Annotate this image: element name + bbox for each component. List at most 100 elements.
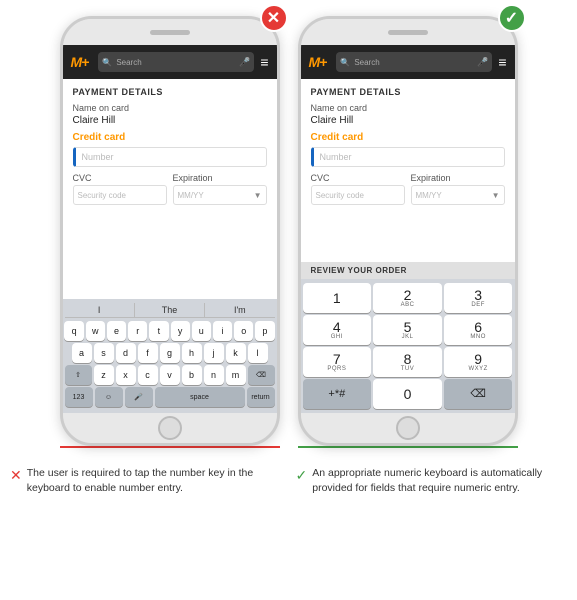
numeric-key-main: ⌫ [470, 389, 486, 400]
numeric-key-sub: JKL [402, 334, 414, 340]
phone-bottom [63, 413, 277, 443]
keyboard-key[interactable]: return [247, 387, 275, 407]
keyboard-key[interactable]: o [234, 321, 253, 341]
numeric-key-main: 6 [474, 320, 482, 334]
numeric-key[interactable]: +*# [303, 379, 372, 409]
keyboard-key[interactable]: u [192, 321, 211, 341]
keyboard-row: asdfghjkl [65, 343, 275, 363]
keyboard-key[interactable]: x [116, 365, 136, 385]
expiry-input[interactable]: MM/YY ▼ [411, 185, 505, 205]
numeric-key-main: 5 [404, 320, 412, 334]
cvc-placeholder: Security code [78, 191, 126, 200]
keyboard-key[interactable]: p [255, 321, 274, 341]
numeric-key[interactable]: ⌫ [444, 379, 513, 409]
keyboard-key[interactable]: ⌫ [248, 365, 275, 385]
numeric-key[interactable]: 5JKL [373, 315, 442, 345]
keyboard-key[interactable]: h [182, 343, 202, 363]
home-button[interactable] [396, 416, 420, 440]
search-text: Search [116, 58, 141, 67]
keyboard-key[interactable]: 123 [65, 387, 93, 407]
keyboard-key[interactable]: m [226, 365, 246, 385]
keyboard-key[interactable]: w [86, 321, 105, 341]
mic-icon: 🎤 [239, 57, 250, 68]
caption-icon-bad: ✕ [10, 467, 22, 484]
expiry-placeholder: MM/YY [178, 191, 204, 200]
keyboard-key[interactable]: y [171, 321, 190, 341]
name-value: Claire Hill [311, 115, 505, 126]
keyboard-key[interactable]: ⇧ [65, 365, 92, 385]
payment-area: PAYMENT DETAILS Name on card Claire Hill… [301, 79, 515, 262]
keyboard-key[interactable]: c [138, 365, 158, 385]
review-bar: REVIEW YOUR ORDER [301, 262, 515, 279]
cvc-label: CVC [73, 173, 167, 183]
keyboard-key[interactable]: 🎤 [125, 387, 153, 407]
numeric-key[interactable]: 2ABC [373, 283, 442, 313]
numeric-key-main: 7 [333, 352, 341, 366]
keyboard-key[interactable]: j [204, 343, 224, 363]
keyboard-key[interactable]: d [116, 343, 136, 363]
numeric-key[interactable]: 8TUV [373, 347, 442, 377]
keyboard-key[interactable]: i [213, 321, 232, 341]
cvc-label: CVC [311, 173, 405, 183]
search-bar[interactable]: 🔍 Search 🎤 [98, 52, 254, 72]
numeric-key[interactable]: 1 [303, 283, 372, 313]
divider-line-bad [60, 446, 280, 448]
keyboard-key[interactable]: n [204, 365, 224, 385]
cvc-input[interactable]: Security code [73, 185, 167, 205]
menu-icon[interactable]: ≡ [260, 54, 268, 70]
numeric-key[interactable]: 0 [373, 379, 442, 409]
expiry-label: Expiration [411, 173, 505, 183]
keyboard-key[interactable]: q [64, 321, 83, 341]
expiry-chevron: ▼ [254, 191, 262, 200]
keyboard-key[interactable]: v [160, 365, 180, 385]
section-title: PAYMENT DETAILS [311, 87, 505, 97]
phone-good: ✓ M+ 🔍 Search 🎤 ≡ PAYMENT DETAILS Name o… [298, 16, 518, 452]
number-input[interactable]: Number [311, 147, 505, 167]
expiry-label: Expiration [173, 173, 267, 183]
keyboard-key[interactable]: space [155, 387, 245, 407]
phone-bad: ✕ M+ 🔍 Search 🎤 ≡ PAYMENT DETAILS Name o… [60, 16, 280, 452]
keyboard-key[interactable]: g [160, 343, 180, 363]
keyboard-key[interactable]: l [248, 343, 268, 363]
keyboard-suggestion[interactable]: I [65, 303, 135, 317]
search-icon: 🔍 [102, 58, 112, 67]
keyboard-key[interactable]: s [94, 343, 114, 363]
expiry-chevron: ▼ [492, 191, 500, 200]
keyboard-key[interactable]: f [138, 343, 158, 363]
numeric-key[interactable]: 3DEF [444, 283, 513, 313]
keyboard-qwerty[interactable]: ITheI'mqwertyuiopasdfghjkl⇧zxcvbnm⌫123☺🎤… [63, 299, 277, 413]
name-value: Claire Hill [73, 115, 267, 126]
keyboard-key[interactable]: b [182, 365, 202, 385]
numeric-key[interactable]: 4GHI [303, 315, 372, 345]
search-bar[interactable]: 🔍 Search 🎤 [336, 52, 492, 72]
keyboard-suggestion[interactable]: The [135, 303, 205, 317]
keyboard-key[interactable]: z [94, 365, 114, 385]
home-button[interactable] [158, 416, 182, 440]
numeric-key-sub: WXYZ [468, 366, 487, 372]
keyboard-suggestion[interactable]: I'm [205, 303, 274, 317]
app-logo: M+ [71, 54, 89, 70]
app-logo: M+ [309, 54, 327, 70]
numeric-key[interactable]: 9WXYZ [444, 347, 513, 377]
menu-icon[interactable]: ≡ [498, 54, 506, 70]
phone-frame-good: M+ 🔍 Search 🎤 ≡ PAYMENT DETAILS Name on … [298, 16, 518, 446]
keyboard-key[interactable]: e [107, 321, 126, 341]
keyboard-key[interactable]: t [149, 321, 168, 341]
keyboard-key[interactable]: k [226, 343, 246, 363]
numeric-key-sub: MNO [470, 334, 486, 340]
number-placeholder: Number [82, 152, 114, 162]
numeric-key[interactable]: 6MNO [444, 315, 513, 345]
name-label: Name on card [73, 103, 267, 113]
numeric-key-sub: DEF [471, 302, 485, 308]
numeric-key[interactable]: 7PQRS [303, 347, 372, 377]
cvc-col: CVC Security code [311, 173, 405, 205]
number-input[interactable]: Number [73, 147, 267, 167]
expiry-input[interactable]: MM/YY ▼ [173, 185, 267, 205]
indicator-bad: ✕ [260, 4, 288, 32]
keyboard-key[interactable]: ☺ [95, 387, 123, 407]
keyboard-key[interactable]: r [128, 321, 147, 341]
cvc-input[interactable]: Security code [311, 185, 405, 205]
keyboard-key[interactable]: a [72, 343, 92, 363]
caption-icon-good: ✓ [296, 467, 308, 484]
keyboard-numeric[interactable]: 12ABC3DEF4GHI5JKL6MNO7PQRS8TUV9WXYZ+*#0⌫ [301, 279, 515, 413]
